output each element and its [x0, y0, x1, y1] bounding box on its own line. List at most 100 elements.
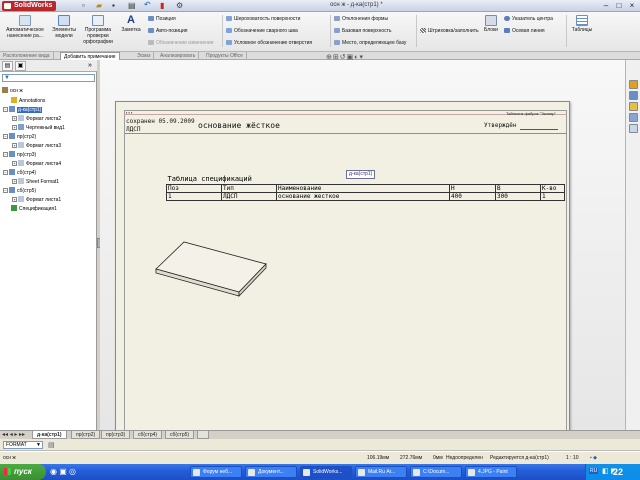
tree-item-format1[interactable]: + Формат листа1	[12, 196, 61, 204]
tree-item-sheet5[interactable]: − сб(стр5)	[3, 187, 36, 195]
property-tab-icon[interactable]: ▣	[15, 61, 26, 71]
spellcheck-icon	[92, 15, 104, 26]
add-sheet-icon[interactable]	[197, 431, 209, 439]
expand-icon[interactable]: +	[12, 197, 17, 202]
tree-item-format2[interactable]: + Формат листа2	[12, 115, 61, 123]
save-icon[interactable]: ▪	[112, 1, 115, 10]
appearances-icon[interactable]	[629, 124, 638, 133]
start-button[interactable]: пуск	[0, 464, 46, 480]
table-row[interactable]: 1 ЛДСП основание жесткое 400 300 1	[166, 191, 565, 201]
design-library-icon[interactable]	[629, 91, 638, 100]
centerline-button[interactable]: Осевая линия	[504, 28, 545, 34]
datum-feature-button[interactable]: Базовая поверхность	[334, 28, 392, 34]
rebuild-icon[interactable]: ▮	[160, 1, 164, 10]
tree-root[interactable]: осн ж	[2, 87, 23, 95]
tab-view-layout[interactable]: Расположение вида	[0, 52, 54, 60]
status-doc: осн ж	[3, 455, 16, 461]
sheet-tab-5[interactable]: сб(стр5)	[165, 431, 195, 439]
undo-icon[interactable]: ↶	[144, 0, 151, 9]
layer-properties-icon[interactable]: ▤	[48, 441, 55, 449]
sheet-tab-4[interactable]: сб(стр4)	[133, 431, 163, 439]
tree-item-bom[interactable]: Спецификация1	[11, 205, 57, 213]
taskbar-item-explorer[interactable]: C:\Docum...	[410, 466, 462, 478]
zoom-fit-icon[interactable]: ⊕	[326, 54, 333, 61]
model-items-button[interactable]: Элементы модели	[50, 15, 78, 39]
datum-target-button[interactable]: Место, определяющее базу	[334, 40, 406, 46]
collapse-icon[interactable]: −	[3, 152, 8, 157]
minimize-icon[interactable]: –	[600, 1, 612, 11]
tree-item-sheet4[interactable]: − сб(стр4)	[3, 169, 36, 177]
tables-button[interactable]: Таблицы	[570, 15, 594, 33]
solidworks-logo[interactable]: SolidWorks	[2, 1, 57, 11]
taskbar-item-mailru[interactable]: Mail.Ru Аг...	[355, 466, 407, 478]
auto-balloon-button[interactable]: Авто-позиция	[148, 28, 187, 34]
open-icon[interactable]: ▰	[96, 1, 102, 10]
tree-item-format4[interactable]: + Формат листа4	[12, 160, 61, 168]
collapse-icon[interactable]: −	[3, 188, 8, 193]
isometric-part-view[interactable]	[150, 236, 275, 306]
new-icon[interactable]: ▫	[82, 1, 85, 10]
expand-icon[interactable]: +	[12, 179, 17, 184]
tab-annotation[interactable]: Добавить примечание	[60, 52, 120, 60]
resources-icon[interactable]	[629, 80, 638, 89]
balloon-button[interactable]: Позиция	[148, 16, 176, 22]
center-mark-button[interactable]: Указатель центра	[504, 16, 553, 22]
collapse-icon[interactable]: −	[3, 134, 8, 139]
bom-table[interactable]: Таблица спецификаций Поз Тип Наименовани…	[166, 176, 565, 201]
taskbar-item-solidworks[interactable]: SolidWorks...	[300, 466, 352, 478]
tree-item-sheet-format1[interactable]: + Sheet Format1	[12, 178, 59, 186]
view-toolbar[interactable]: ⊕⊞↺▣◐▾	[326, 53, 364, 61]
sheet-tab-3[interactable]: пр(стр3)	[101, 431, 131, 439]
taskbar-item-forum[interactable]: Форум неб...	[190, 466, 242, 478]
expand-icon[interactable]: +	[12, 161, 17, 166]
language-indicator[interactable]: RU	[589, 468, 599, 474]
surface-finish-button[interactable]: Шероховатость поверхности	[226, 16, 300, 22]
layer-select[interactable]: FORMAT ▼	[3, 441, 43, 449]
tree-item-sheet3[interactable]: − пр(стр3)	[3, 151, 36, 159]
rebuild-status-icon[interactable]: ▪ ◆	[590, 455, 597, 461]
expand-icon[interactable]: +	[12, 125, 17, 130]
weld-symbol-button[interactable]: Обозначение сварного шва	[226, 28, 298, 34]
expand-icon[interactable]: +	[12, 116, 17, 121]
magnetic-line-button[interactable]: Обозначение изменения	[148, 40, 213, 46]
geom-tol-button[interactable]: Отклонения формы	[334, 16, 388, 22]
hatch-button[interactable]: Штриховка/заполнить	[420, 28, 479, 34]
expand-icon[interactable]: +	[12, 143, 17, 148]
auto-dims-button[interactable]: Автоматическое нанесение ра...	[2, 15, 48, 39]
expand-arrows-icon[interactable]: »	[88, 62, 92, 69]
view-palette-icon[interactable]	[629, 113, 638, 122]
spellcheck-button[interactable]: Программа проверки орфографии	[80, 15, 116, 45]
taskbar-item-document[interactable]: Документ...	[245, 466, 297, 478]
tab-scroll-icon[interactable]: ◂◂ ◂ ▸ ▸▸	[2, 431, 25, 439]
options-icon[interactable]: ⚙	[176, 1, 183, 10]
hole-callout-button[interactable]: Условное обозначение отверстия	[226, 40, 312, 46]
view-settings-icon[interactable]: ▾	[359, 54, 364, 61]
sheet-tab-2[interactable]: пр(стр2)	[71, 431, 101, 439]
tree-item-sheet2[interactable]: − пр(стр2)	[3, 133, 36, 141]
tree-item-format3[interactable]: + Формат листа3	[12, 142, 61, 150]
feature-tree-tab-icon[interactable]: ▤	[2, 61, 13, 71]
tab-evaluate[interactable]: Анализировать	[157, 52, 200, 60]
zoom-area-icon[interactable]: ⊞	[333, 54, 340, 61]
clock[interactable]: 22	[613, 467, 623, 477]
maximize-icon[interactable]: □	[613, 1, 625, 11]
magnetic-line-label: Обозначение изменения	[156, 40, 214, 46]
tree-item-annotations[interactable]: Annotations	[11, 97, 45, 105]
collapse-icon[interactable]: −	[3, 107, 8, 112]
collapse-icon[interactable]: −	[3, 170, 8, 175]
blocks-button[interactable]: Блоки	[480, 15, 502, 33]
quick-launch-icons[interactable]: ◉ ▣ ◎	[50, 467, 76, 476]
tab-sketch[interactable]: Эскиз	[134, 52, 155, 60]
taskbar-item-paint[interactable]: 4.JPG - Paint	[465, 466, 517, 478]
note-button[interactable]: A Заметка	[118, 15, 144, 34]
close-icon[interactable]: ×	[626, 1, 638, 11]
tree-item-sheet1[interactable]: − д-ка(стр1)	[3, 106, 43, 114]
tree-filter-input[interactable]: ▼	[2, 74, 95, 82]
tree-item-view1[interactable]: + Чертежный вид1	[12, 124, 65, 132]
print-icon[interactable]: ▤	[128, 1, 136, 10]
status-scale[interactable]: 1 : 10	[566, 455, 579, 461]
sheet-tab-1[interactable]: д-ка(стр1)	[32, 431, 67, 439]
file-explorer-icon[interactable]	[629, 102, 638, 111]
previous-view-icon[interactable]: ↺	[340, 54, 347, 61]
tab-office-products[interactable]: Продукты Office	[203, 52, 247, 60]
